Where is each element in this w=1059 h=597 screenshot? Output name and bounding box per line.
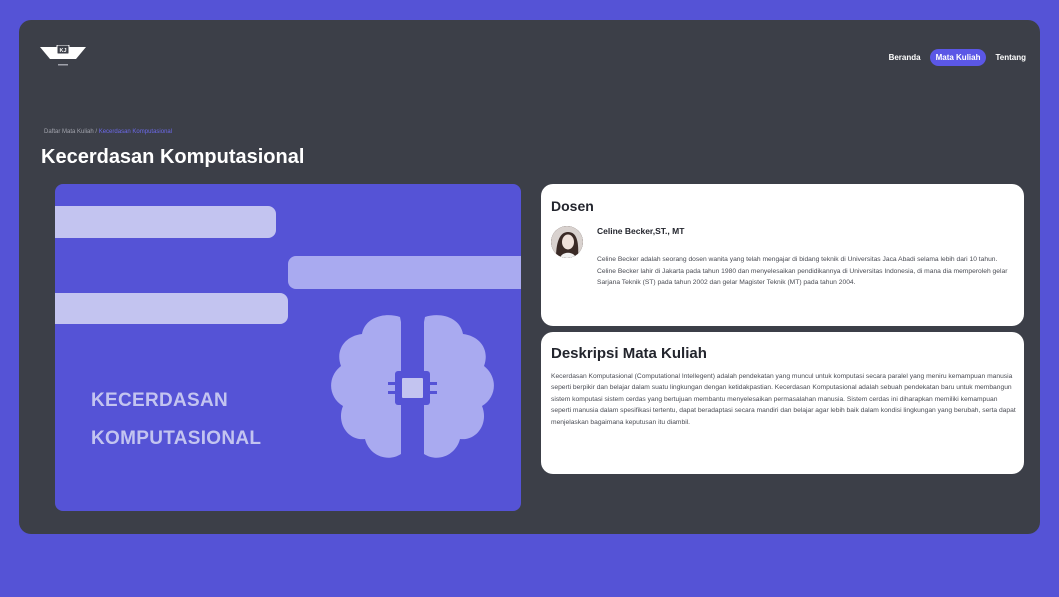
lecturer-bio: Celine Becker adalah seorang dosen wanit…: [597, 256, 1008, 287]
course-hero-image: KECERDASAN KOMPUTASIONAL: [55, 184, 521, 511]
nav-beranda[interactable]: Beranda: [885, 49, 925, 66]
nav-mata-kuliah[interactable]: Mata Kuliah: [929, 48, 987, 66]
hero-illustration: [55, 206, 521, 458]
breadcrumb-current: Kecerdasan Komputasional: [98, 129, 173, 135]
deskripsi-card: Deskripsi Mata Kuliah Kecerdasan Komputa…: [541, 332, 1024, 474]
dosen-card: Dosen Celine Becker,ST., MT Celine Becke…: [541, 184, 1024, 326]
course-description: Kecerdasan Komputasional (Computational …: [551, 373, 1016, 426]
avatar: [551, 226, 583, 258]
page-title: Kecerdasan Komputasional: [41, 146, 305, 168]
breadcrumb-separator: /: [95, 129, 98, 135]
brain-chip-icon: [331, 315, 494, 458]
deskripsi-heading: Deskripsi Mata Kuliah: [551, 345, 707, 362]
breadcrumb: Daftar Mata Kuliah / Kecerdasan Komputas…: [44, 129, 172, 135]
hero-title: KECERDASAN KOMPUTASIONAL: [91, 390, 262, 449]
logo-text: KJ: [59, 48, 66, 54]
dosen-heading: Dosen: [551, 198, 594, 214]
breadcrumb-parent[interactable]: Daftar Mata Kuliah: [44, 129, 94, 135]
top-nav: Beranda Mata Kuliah Tentang: [885, 47, 1030, 67]
main-container: KJ Beranda Mata Kuliah Tentang Daftar Ma…: [19, 20, 1040, 534]
lecturer-name: Celine Becker,ST., MT: [597, 226, 685, 236]
nav-tentang[interactable]: Tentang: [991, 49, 1030, 66]
logo-icon[interactable]: KJ: [40, 45, 86, 69]
